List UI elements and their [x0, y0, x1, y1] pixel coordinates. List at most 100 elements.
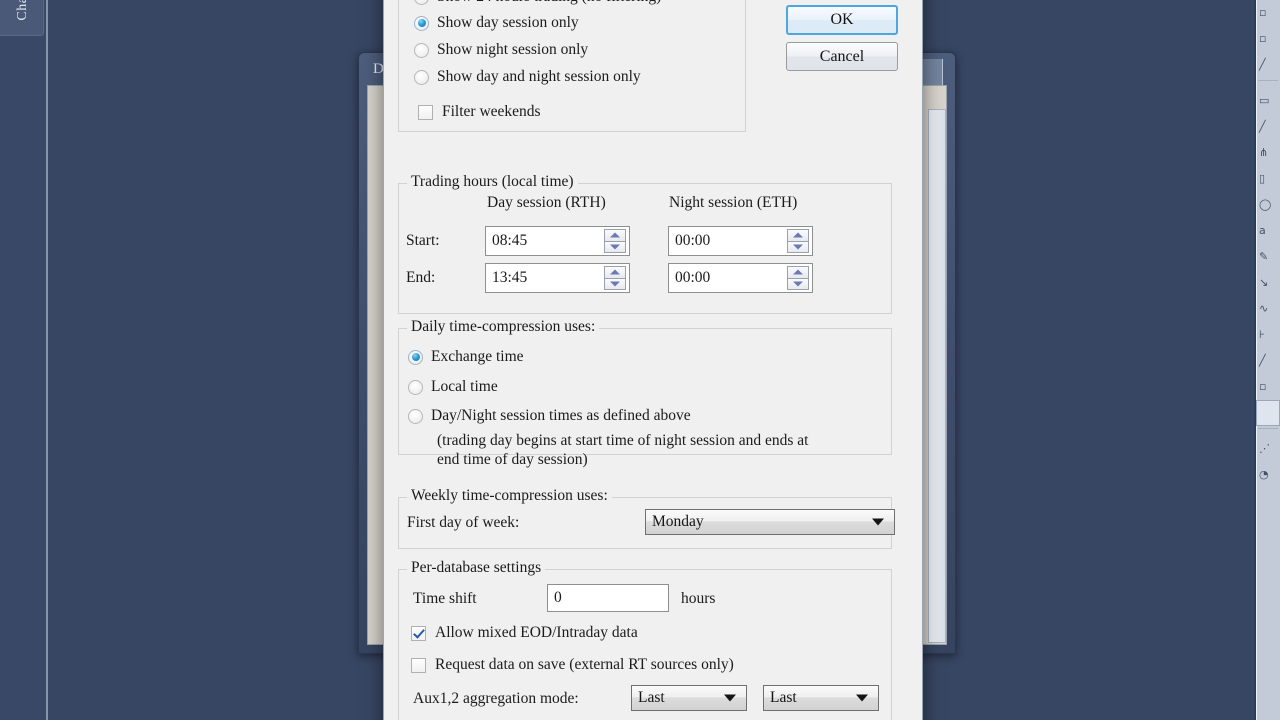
night-session-column-header: Night session (ETH) — [669, 194, 798, 211]
cancel-button-label: Cancel — [819, 47, 865, 65]
spinner-down-icon[interactable] — [787, 241, 809, 253]
daily-compression-group: Daily time-compression uses: Exchange ti… — [398, 318, 892, 468]
first-day-of-week-select[interactable]: Monday — [645, 509, 895, 535]
drawing-toolbar[interactable]: ▫ ▫ ╱ ▭ ╱ ⋔ ▯ ◯ a ✎ ↘ ∿ ⊦ ╱ ▫ ⋰ ◔ — [1254, 0, 1280, 720]
first-day-of-week-label: First day of week: — [407, 514, 520, 531]
checkbox-filter-weekends-label: Filter weekends — [442, 103, 541, 120]
aux2-aggregation-select[interactable]: Last — [763, 685, 879, 711]
day-session-start-spinner[interactable]: 08:45 — [485, 226, 630, 256]
ok-button[interactable]: OK — [786, 5, 898, 35]
radio-local-time[interactable]: Local time — [408, 378, 498, 396]
night-session-end-spinner[interactable]: 00:00 — [668, 263, 813, 293]
radio-day-night-defined-above[interactable]: Day/Night session times as defined above — [408, 407, 691, 425]
line-tool-icon[interactable]: ╱ — [1256, 52, 1280, 78]
aux1-aggregation-value: Last — [638, 689, 665, 706]
sidebar-tab-charts[interactable]: Charts — [0, 0, 44, 36]
day-session-end-spinner[interactable]: 13:45 — [485, 263, 630, 293]
radio-show-24h[interactable]: Show 24 hours trading (no filtering) — [414, 0, 661, 6]
day-session-start-spin-buttons[interactable] — [604, 229, 626, 253]
ok-button-label: OK — [830, 11, 854, 28]
radio-show-24h-label: Show 24 hours trading (no filtering) — [437, 0, 661, 6]
spinner-up-icon[interactable] — [604, 229, 626, 242]
trend-line-icon[interactable]: ╱ — [1256, 114, 1280, 140]
curve-tool-icon[interactable]: ∿ — [1256, 296, 1280, 322]
night-session-end-spin-buttons[interactable] — [787, 266, 809, 290]
background-window-scrollbar[interactable] — [928, 109, 946, 643]
time-shift-label: Time shift — [413, 590, 477, 607]
night-session-start-value[interactable]: 00:00 — [669, 227, 787, 255]
time-shift-value: 0 — [554, 589, 562, 606]
dots-tool-icon[interactable]: ⋰ — [1256, 436, 1280, 462]
radio-exchange-time-indicator — [408, 349, 423, 365]
checkbox-request-data-on-save[interactable]: Request data on save (external RT source… — [411, 656, 734, 674]
sidebar-tab-charts-label: Charts — [15, 0, 30, 21]
radio-day-session-only-indicator — [414, 15, 429, 31]
radio-local-time-label: Local time — [431, 378, 498, 395]
square-tool-icon[interactable]: ▫ — [1256, 0, 1280, 26]
spinner-down-icon[interactable] — [604, 241, 626, 253]
per-database-group: Per-database settings Time shift 0 hours… — [398, 559, 892, 720]
day-session-start-value[interactable]: 08:45 — [486, 227, 604, 255]
radio-local-time-indicator — [408, 379, 423, 395]
checkbox-request-data-on-save-indicator — [411, 657, 426, 673]
radio-exchange-time[interactable]: Exchange time — [408, 348, 524, 366]
ellipse-tool-icon[interactable]: ◯ — [1256, 192, 1280, 218]
night-session-start-spin-buttons[interactable] — [787, 229, 809, 253]
checkbox-allow-mixed-eod-intraday[interactable]: Allow mixed EOD/Intraday data — [411, 624, 638, 642]
screen: Charts ▫ ▫ ╱ ▭ ╱ ⋔ ▯ ◯ a ✎ ↘ ∿ ⊦ ╱ ▫ ⋰ ◔ — [0, 0, 1280, 720]
daily-compression-note-line1: (trading day begins at start time of nig… — [437, 432, 809, 449]
square-tool-icon[interactable]: ▫ — [1256, 26, 1280, 52]
trading-hours-group-legend: Trading hours (local time) — [407, 173, 578, 191]
day-session-end-value[interactable]: 13:45 — [486, 264, 604, 292]
spinner-down-icon[interactable] — [604, 278, 626, 290]
radio-day-session-only[interactable]: Show day session only — [414, 14, 579, 32]
daily-compression-group-legend: Daily time-compression uses: — [407, 318, 600, 336]
time-shift-input[interactable]: 0 — [547, 584, 669, 612]
radio-day-night-defined-above-label: Day/Night session times as defined above — [431, 407, 691, 424]
rect-tool-icon[interactable]: ▭ — [1256, 88, 1280, 114]
weekly-compression-group: Weekly time-compression uses: First day … — [398, 487, 895, 549]
checkbox-request-data-on-save-label: Request data on save (external RT source… — [435, 656, 734, 673]
text-box-icon[interactable]: ▯ — [1256, 166, 1280, 192]
chevron-down-icon — [856, 694, 868, 702]
spinner-down-icon[interactable] — [787, 278, 809, 290]
ruler-tool-icon[interactable]: ⊦ — [1256, 322, 1280, 348]
toolbar-divider — [1258, 80, 1278, 86]
night-session-start-spinner[interactable]: 00:00 — [668, 226, 813, 256]
magnifier-icon[interactable]: ◔ — [1256, 462, 1280, 488]
end-row-label: End: — [406, 269, 436, 286]
start-row-label: Start: — [406, 232, 440, 249]
daily-compression-note-line2: end time of day session) — [437, 451, 588, 468]
radio-night-session-only[interactable]: Show night session only — [414, 41, 588, 59]
radio-night-session-only-indicator — [414, 42, 429, 58]
weekly-compression-group-legend: Weekly time-compression uses: — [407, 487, 612, 505]
fib-tool-icon[interactable]: ⋔ — [1256, 140, 1280, 166]
spinner-up-icon[interactable] — [604, 266, 626, 279]
checkbox-filter-weekends[interactable]: Filter weekends — [418, 103, 541, 121]
aux-aggregation-label: Aux1,2 aggregation mode: — [413, 690, 579, 707]
aux1-aggregation-select[interactable]: Last — [631, 685, 747, 711]
radio-day-and-night-session[interactable]: Show day and night session only — [414, 68, 641, 86]
first-day-of-week-value: Monday — [652, 513, 704, 530]
chevron-down-icon — [872, 518, 884, 526]
night-session-end-value[interactable]: 00:00 — [669, 264, 787, 292]
day-session-end-spin-buttons[interactable] — [604, 266, 626, 290]
toolbar-divider — [1258, 428, 1278, 434]
selected-tool-icon[interactable] — [1256, 400, 1280, 426]
radio-day-night-defined-above-indicator — [408, 408, 423, 424]
slash-tool-icon[interactable]: ╱ — [1256, 348, 1280, 374]
arrow-tool-icon[interactable]: a — [1256, 218, 1280, 244]
trading-hours-group: Trading hours (local time) Day session (… — [398, 173, 892, 314]
pen-tool-icon[interactable]: ✎ — [1256, 244, 1280, 270]
spinner-up-icon[interactable] — [787, 266, 809, 279]
drawing-toolbar-strip: ▫ ▫ ╱ ▭ ╱ ⋔ ▯ ◯ a ✎ ↘ ∿ ⊦ ╱ ▫ ⋰ ◔ — [1256, 0, 1280, 488]
spinner-up-icon[interactable] — [787, 229, 809, 242]
checkbox-allow-mixed-eod-intraday-label: Allow mixed EOD/Intraday data — [435, 624, 638, 641]
cursor-tool-icon[interactable]: ↘ — [1256, 270, 1280, 296]
radio-day-and-night-session-indicator — [414, 69, 429, 85]
radio-show-24h-indicator — [414, 0, 429, 5]
dialog-body: OK Cancel Filtering Show 24 hours tradin… — [384, 0, 922, 720]
marker-tool-icon[interactable]: ▫ — [1256, 374, 1280, 400]
cancel-button[interactable]: Cancel — [786, 42, 898, 71]
data-settings-dialog: OK Cancel Filtering Show 24 hours tradin… — [383, 0, 923, 720]
